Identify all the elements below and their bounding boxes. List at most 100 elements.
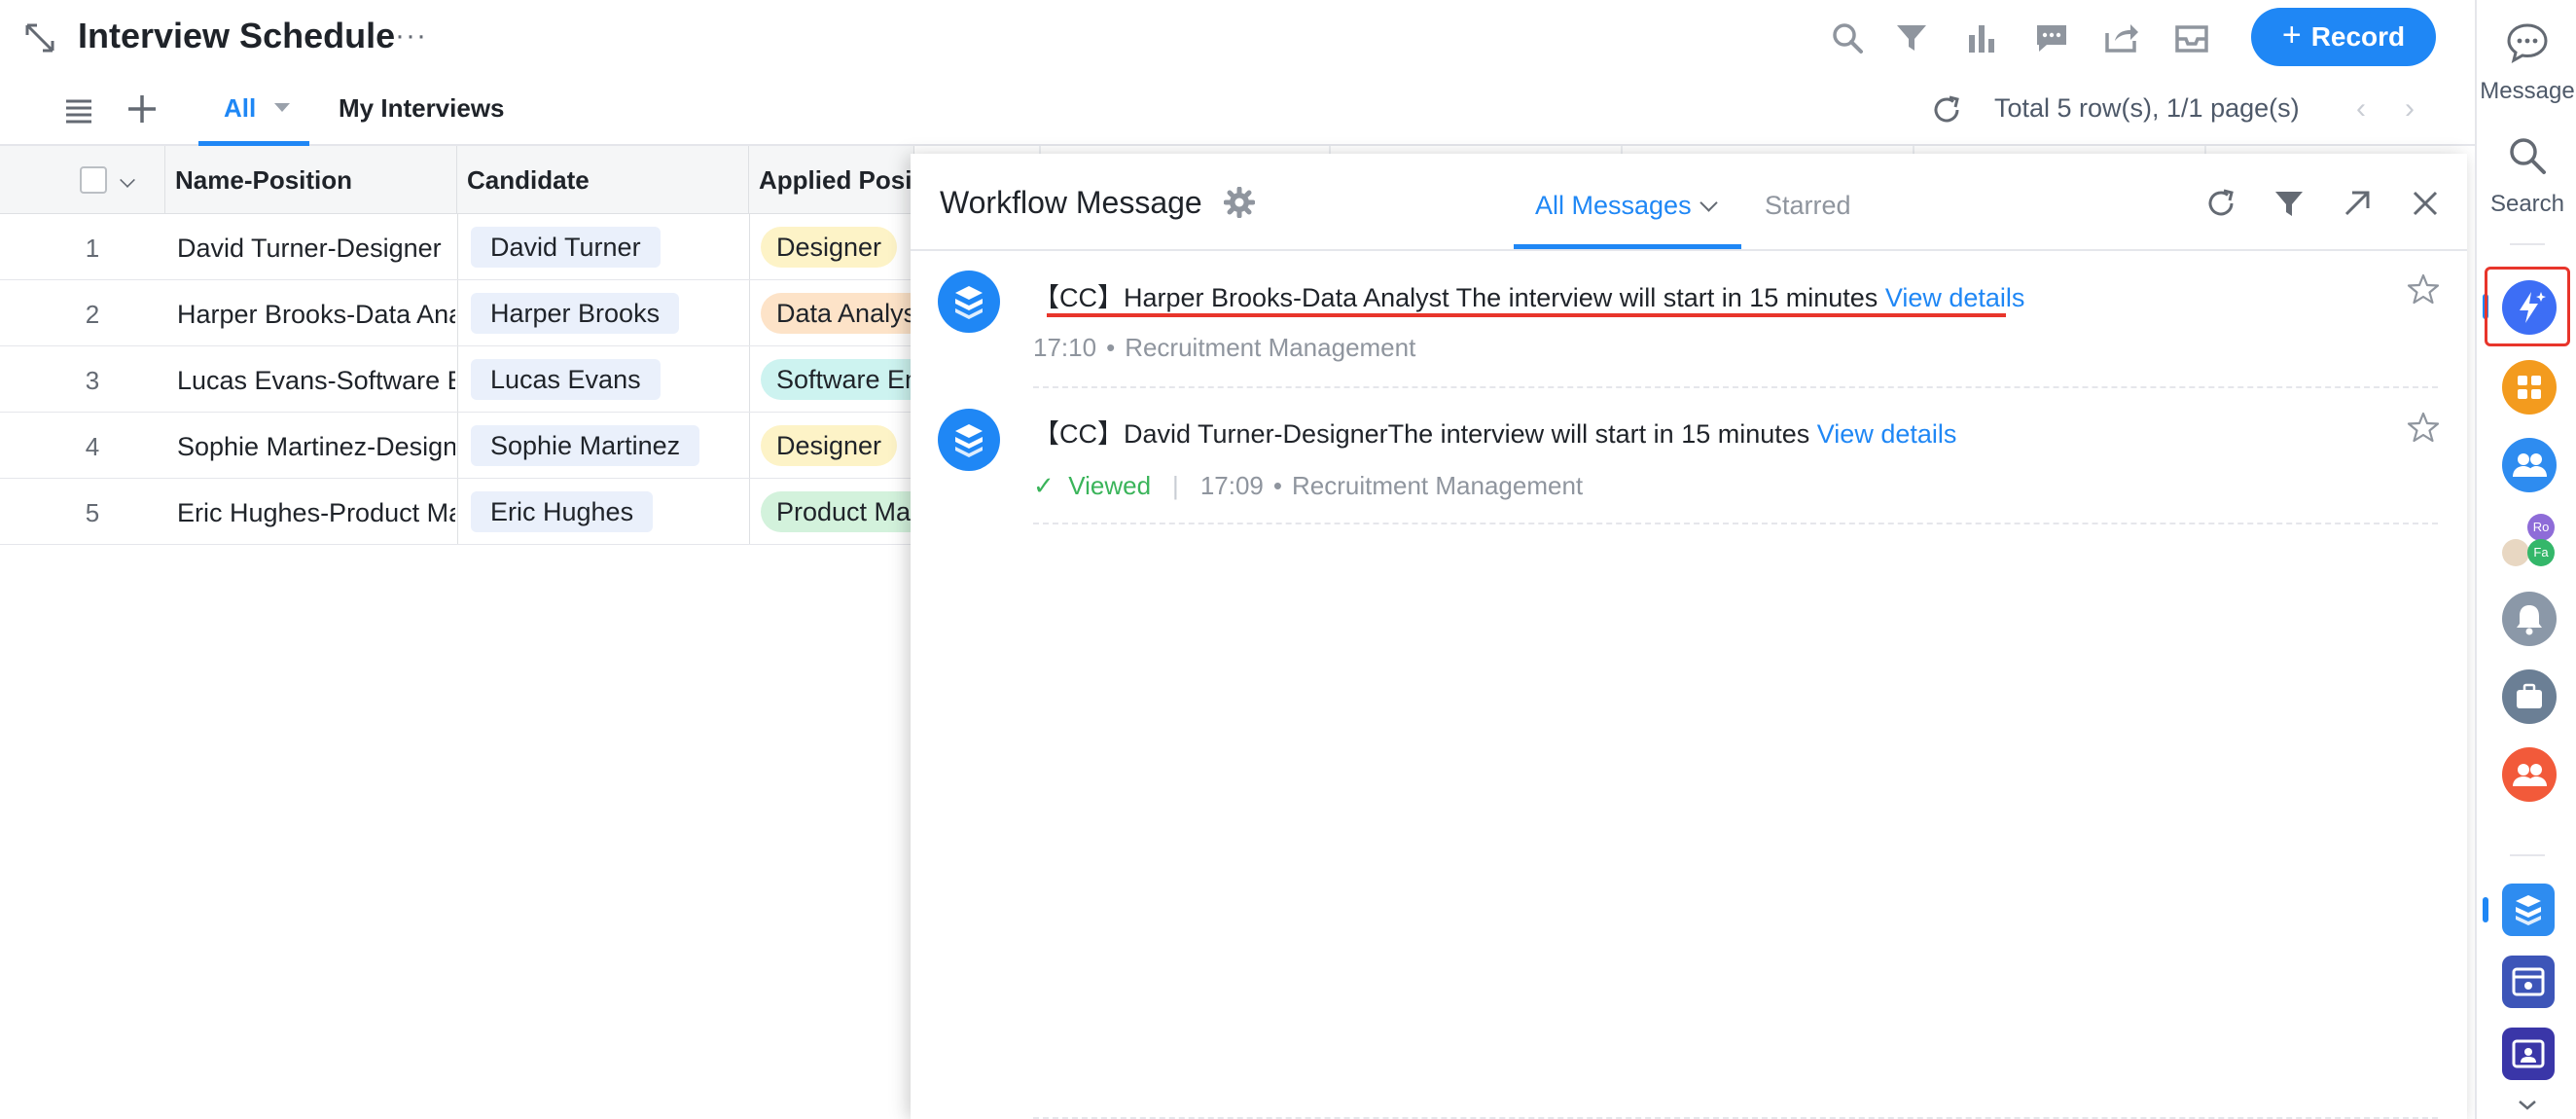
workflow-app[interactable] xyxy=(2502,884,2555,936)
payment-app[interactable] xyxy=(2502,956,2555,1008)
more-icon[interactable]: ··· xyxy=(395,19,427,53)
add-record-button[interactable]: + Record xyxy=(2251,8,2436,66)
dock-divider xyxy=(2510,854,2545,856)
active-indicator xyxy=(2483,897,2488,922)
chart-icon[interactable] xyxy=(1963,19,2000,56)
view-tabs-bar: All My Interviews Total 5 row(s), 1/1 pa… xyxy=(0,74,2475,146)
prev-page-icon[interactable]: ‹ xyxy=(2346,90,2376,128)
stack-icon xyxy=(955,286,983,319)
message-item[interactable]: 【CC】Harper Brooks-Data Analyst The inter… xyxy=(911,251,2467,389)
column-header-candidate[interactable]: Candidate xyxy=(457,146,749,213)
dock-search-label[interactable]: Search xyxy=(2477,191,2576,218)
position-tag[interactable]: Designer xyxy=(761,425,898,466)
cell-divider xyxy=(749,214,750,279)
app-window: Interview Schedule ··· + Record All My I… xyxy=(0,0,2576,1119)
star-icon[interactable] xyxy=(2407,411,2440,444)
next-page-icon[interactable]: › xyxy=(2395,90,2424,128)
column-header-applied-position[interactable]: Applied Posi xyxy=(749,146,914,213)
message-divider xyxy=(1033,523,2438,524)
chevron-down-icon[interactable] xyxy=(2516,1098,2539,1113)
position-tag[interactable]: Software En xyxy=(761,359,936,400)
share-icon[interactable] xyxy=(2103,19,2140,56)
candidate-tag[interactable]: David Turner xyxy=(471,227,661,268)
team-icon xyxy=(2513,453,2547,477)
row-number: 4 xyxy=(85,432,100,461)
view-details-link[interactable]: View details xyxy=(1885,283,2025,312)
filter-icon[interactable] xyxy=(2272,187,2306,220)
message-text: 【CC】Harper Brooks-Data Analyst The inter… xyxy=(1033,276,2024,314)
table-row[interactable]: 4 Sophie Martinez-Designe Sophie Martine… xyxy=(0,413,914,479)
name-position-cell[interactable]: Lucas Evans-Software E xyxy=(177,366,455,396)
refresh-icon[interactable] xyxy=(1930,93,1963,126)
notification-app[interactable] xyxy=(2502,592,2557,646)
refresh-icon[interactable] xyxy=(2204,187,2237,220)
message-icon[interactable] xyxy=(2504,19,2551,66)
chevron-down-icon[interactable] xyxy=(120,172,135,188)
tab-all-label: All xyxy=(224,93,257,123)
briefcase-icon xyxy=(2517,683,2542,708)
table-row[interactable]: 2 Harper Brooks-Data Ana Harper Brooks D… xyxy=(0,280,933,346)
select-all-checkbox[interactable] xyxy=(80,166,107,194)
briefcase-app[interactable] xyxy=(2502,669,2557,724)
name-position-cell[interactable]: Harper Brooks-Data Ana xyxy=(177,300,455,330)
message-content: 【CC】Harper Brooks-Data Analyst The inter… xyxy=(1033,283,1885,312)
group-avatars[interactable]: Ro Fa xyxy=(2502,514,2557,572)
add-view-icon[interactable] xyxy=(125,91,160,126)
workflow-app-avatar xyxy=(938,409,1000,471)
search-icon[interactable] xyxy=(1829,19,1866,56)
position-tag[interactable]: Data Analys xyxy=(761,293,933,334)
open-in-new-icon[interactable] xyxy=(2341,187,2374,220)
inbox-icon[interactable] xyxy=(2173,19,2210,56)
check-icon: ✓ xyxy=(1033,471,1069,500)
dock-message-label[interactable]: Message xyxy=(2477,78,2576,105)
star-icon[interactable] xyxy=(2407,272,2440,306)
expand-icon[interactable] xyxy=(23,21,56,54)
panel-header: Workflow Message All Messages Starred xyxy=(911,154,2467,251)
tab-starred[interactable]: Starred xyxy=(1765,191,1851,221)
workflow-assistant-app[interactable] xyxy=(2502,280,2557,335)
close-icon[interactable] xyxy=(2409,187,2442,220)
cell-divider xyxy=(457,346,458,412)
message-content: 【CC】David Turner-DesignerThe interview w… xyxy=(1033,419,1817,449)
cell-divider xyxy=(749,346,750,412)
candidate-tag[interactable]: Harper Brooks xyxy=(471,293,680,334)
record-button-label: Record xyxy=(2310,21,2406,52)
view-details-link[interactable]: View details xyxy=(1817,419,1957,449)
caret-down-icon[interactable] xyxy=(274,103,290,112)
team-app[interactable] xyxy=(2502,438,2557,492)
candidate-tag[interactable]: Sophie Martinez xyxy=(471,425,700,466)
view-list-menu-icon[interactable] xyxy=(62,93,95,126)
search-icon[interactable] xyxy=(2504,132,2551,179)
message-item[interactable]: 【CC】David Turner-DesignerThe interview w… xyxy=(911,389,2467,527)
message-source: Recruitment Management xyxy=(1125,333,1416,362)
name-position-cell[interactable]: Eric Hughes-Product Ma xyxy=(177,498,455,528)
candidate-tag[interactable]: Eric Hughes xyxy=(471,491,654,532)
gear-icon[interactable] xyxy=(1224,187,1255,218)
tab-all-messages[interactable]: All Messages xyxy=(1514,154,1741,249)
chevron-down-icon[interactable] xyxy=(1699,194,1718,212)
comment-icon[interactable] xyxy=(2033,19,2070,56)
contacts-app[interactable] xyxy=(2502,1028,2555,1080)
table-row[interactable]: 5 Eric Hughes-Product Ma Eric Hughes Pro… xyxy=(0,479,942,545)
table-row[interactable]: 3 Lucas Evans-Software E Lucas Evans Sof… xyxy=(0,346,936,413)
position-tag[interactable]: Designer xyxy=(761,227,898,268)
right-dock: Message Search Ro Fa xyxy=(2475,0,2576,1119)
filter-icon[interactable] xyxy=(1893,19,1930,56)
grid-header-row: Name-Position Candidate Applied Posi xyxy=(0,146,914,214)
table-row[interactable]: 1 David Turner-Designer David Turner Des… xyxy=(0,214,914,280)
stack-icon xyxy=(2516,895,2541,925)
name-position-cell[interactable]: Sophie Martinez-Designe xyxy=(177,432,455,462)
dock-divider xyxy=(2510,243,2545,245)
header-bar: Interview Schedule ··· + Record xyxy=(0,0,2475,74)
row-count-text: Total 5 row(s), 1/1 page(s) xyxy=(1994,93,2300,123)
tab-my-interviews[interactable]: My Interviews xyxy=(339,93,505,124)
row-number: 5 xyxy=(85,498,100,527)
name-position-cell[interactable]: David Turner-Designer xyxy=(177,234,455,264)
candidate-tag[interactable]: Lucas Evans xyxy=(471,359,661,400)
tab-all-messages-label: All Messages xyxy=(1535,191,1692,220)
column-header-name-position[interactable]: Name-Position xyxy=(165,146,457,213)
apps-grid-app[interactable] xyxy=(2502,360,2557,415)
bell-icon xyxy=(2517,605,2542,635)
tab-all[interactable]: All xyxy=(198,74,309,146)
group-app[interactable] xyxy=(2502,747,2557,802)
